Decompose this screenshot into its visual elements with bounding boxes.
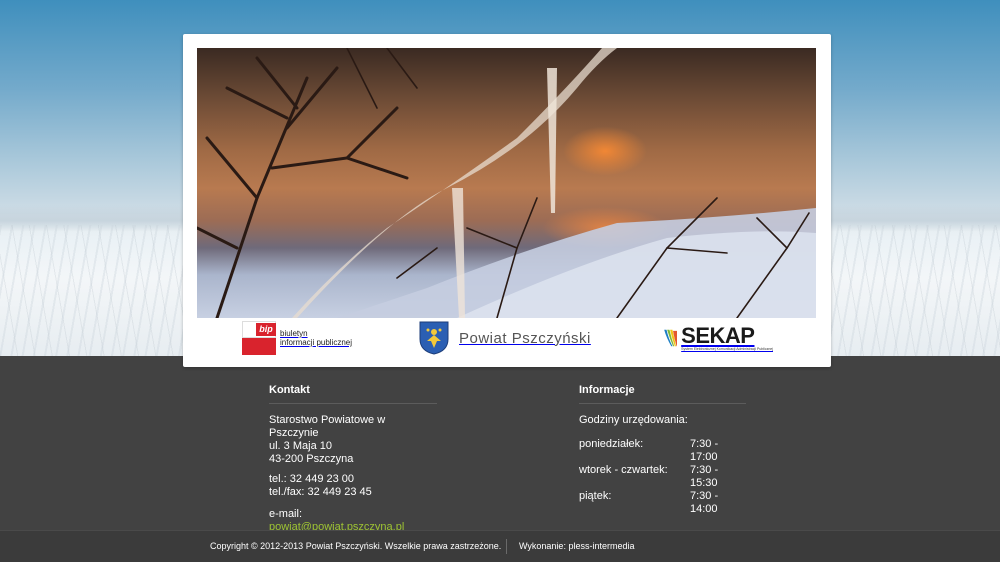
powiat-name: Powiat Pszczyński — [459, 329, 591, 347]
hours-intro: Godziny urzędowania: — [579, 414, 688, 426]
info-section: Informacje Godziny urzędowania: poniedzi… — [579, 384, 746, 516]
powiat-logo-link[interactable]: Powiat Pszczyński — [419, 318, 609, 358]
partner-logos-strip: bip biuletyn informacji publicznej Powia… — [197, 318, 816, 358]
bottom-bar: Copyright © 2012-2013 Powiat Pszczyński.… — [0, 530, 1000, 562]
hours-day: piątek: — [579, 490, 612, 502]
contact-section: Kontakt Starostwo Powiatowe w Pszczynie … — [269, 384, 437, 534]
contact-heading: Kontakt — [269, 384, 437, 404]
hours-time: 7:30 - 15:30 — [690, 464, 719, 489]
contact-phone: tel.: 32 449 23 00 — [269, 473, 355, 485]
credit-text: Wykonanie: pless-intermedia — [519, 541, 634, 551]
bip-text: biuletyn informacji publicznej — [280, 329, 352, 347]
info-heading: Informacje — [579, 384, 746, 404]
hours-day: wtorek - czwartek: — [579, 464, 668, 476]
copyright-text: Copyright © 2012-2013 Powiat Pszczyński.… — [210, 541, 502, 551]
bip-logo-link[interactable]: bip biuletyn informacji publicznej — [242, 318, 372, 358]
contact-city: 43-200 Pszczyna — [269, 453, 354, 465]
hero-photo-icicle-sunset — [197, 48, 816, 318]
powiat-crest-icon — [419, 321, 449, 355]
sekap-name: SEKAP — [681, 322, 755, 348]
contact-fax: tel./fax: 32 449 23 45 — [269, 486, 372, 498]
sekap-subtitle: System Elektronicznej Komunikacji Admini… — [681, 346, 773, 351]
hours-row: poniedziałek: 7:30 - 17:00 — [579, 438, 746, 464]
hours-row: piątek: 7:30 - 14:00 — [579, 490, 746, 516]
sekap-text: SEKAP System Elektronicznej Komunikacji … — [681, 322, 773, 352]
bip-line1: biuletyn — [280, 329, 308, 338]
contact-name: Starostwo Powiatowe w Pszczynie — [269, 414, 386, 439]
credit-divider — [506, 539, 507, 554]
contact-street: ul. 3 Maja 10 — [269, 440, 332, 452]
hours-time: 7:30 - 17:00 — [690, 438, 719, 463]
sekap-mark-icon — [664, 329, 678, 347]
hero-card: bip biuletyn informacji publicznej Powia… — [183, 34, 831, 367]
bip-flag-icon: bip — [242, 321, 276, 355]
credit-label: Wykonanie: — [519, 541, 569, 551]
hours-row: wtorek - czwartek: 7:30 - 15:30 — [579, 464, 746, 490]
sekap-logo-link[interactable]: SEKAP System Elektronicznej Komunikacji … — [663, 318, 773, 358]
credit-link[interactable]: pless-intermedia — [568, 541, 634, 551]
contact-email-label: e-mail: — [269, 508, 303, 520]
hours-time: 7:30 - 14:00 — [690, 490, 719, 515]
bip-line2: informacji publicznej — [280, 338, 353, 347]
hours-day: poniedziałek: — [579, 438, 644, 450]
bip-badge: bip — [256, 323, 276, 336]
hero-photo-illustration — [197, 48, 816, 318]
